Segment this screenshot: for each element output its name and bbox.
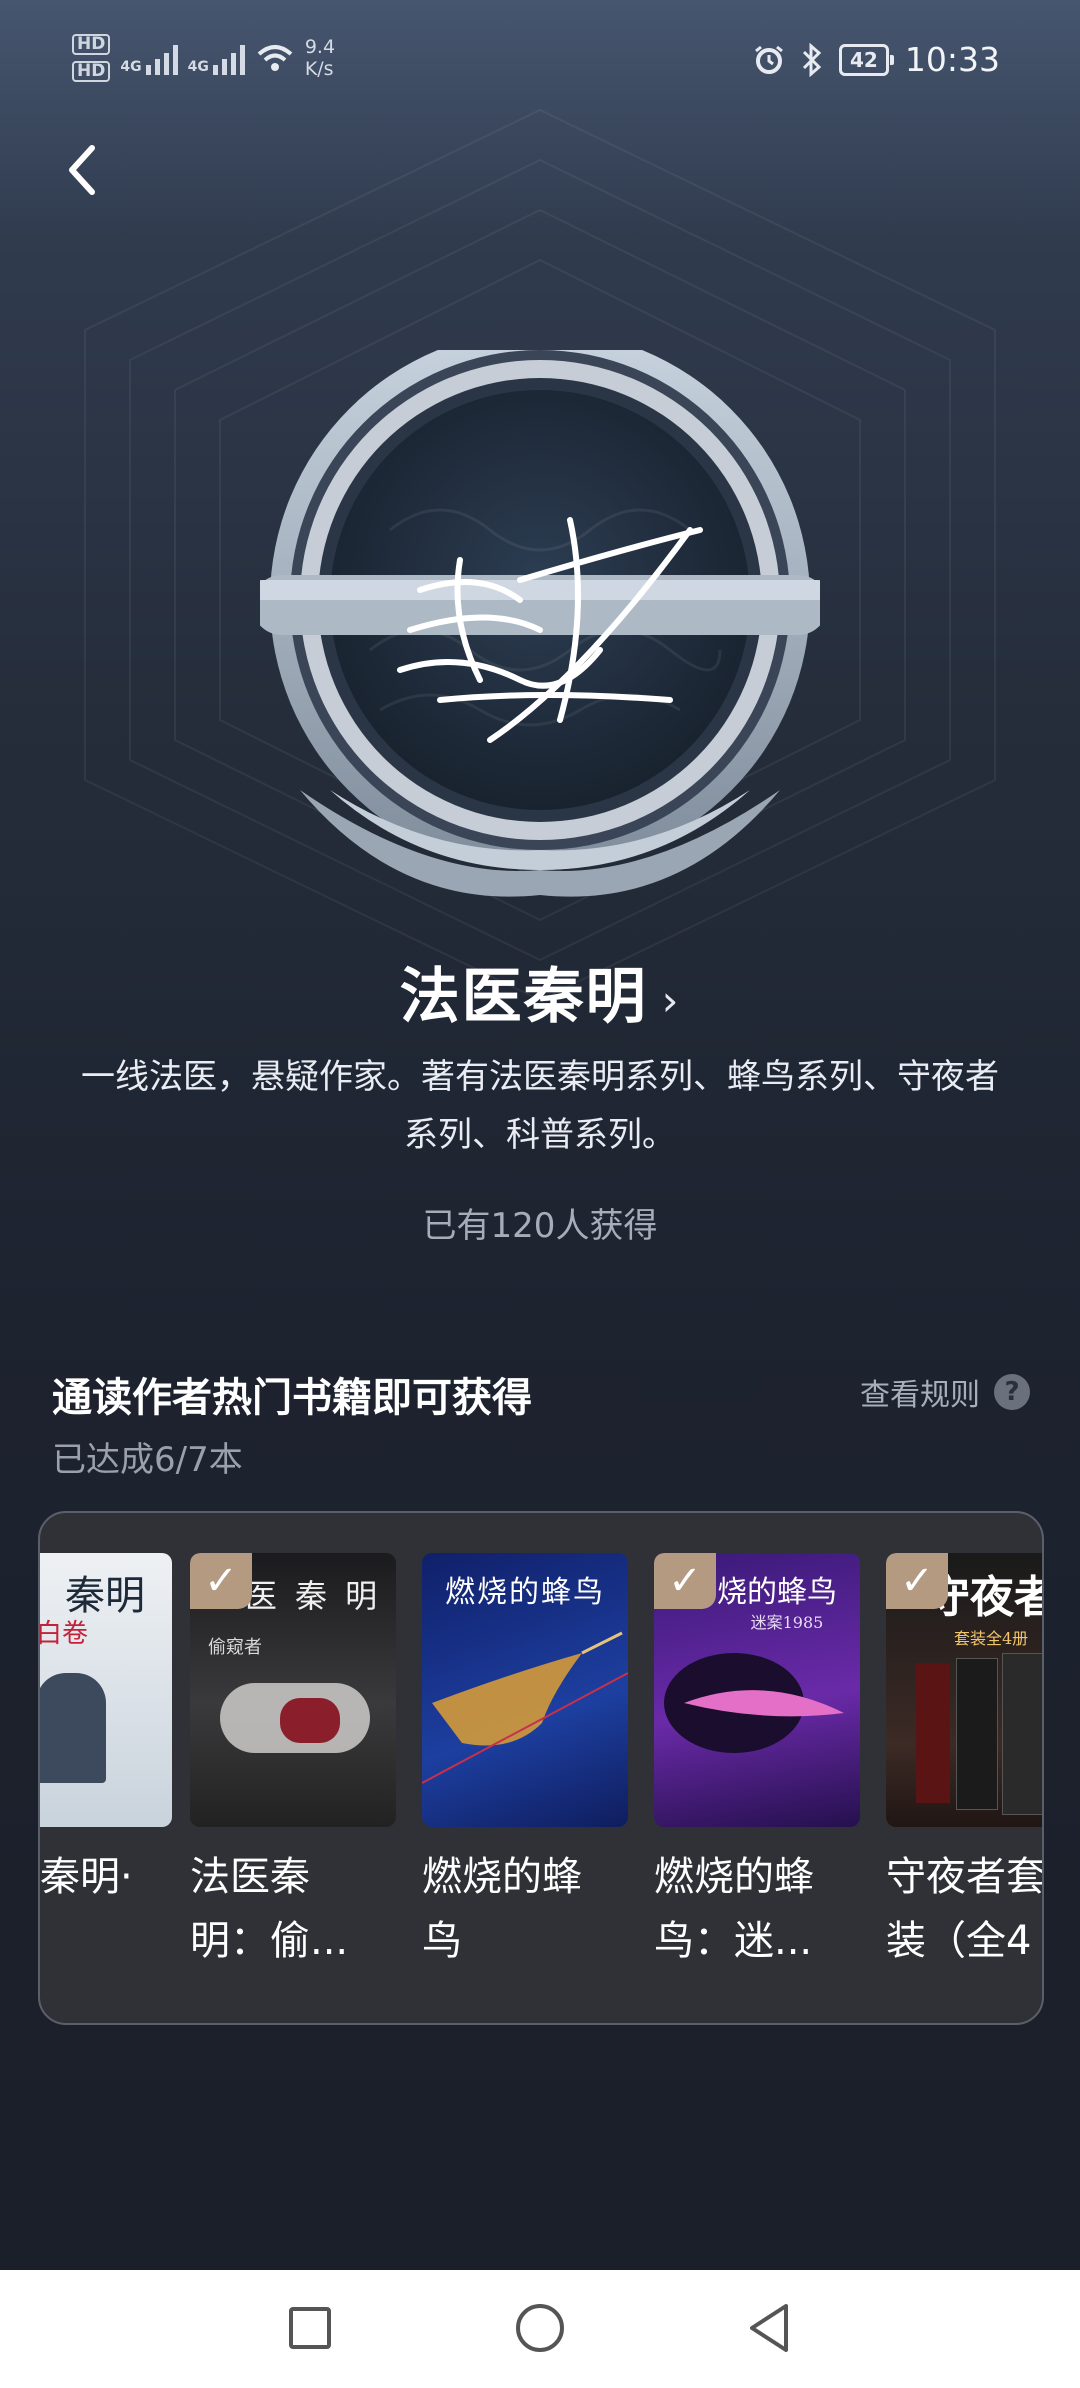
author-description: 一线法医，悬疑作家。著有法医秦明系列、蜂鸟系列、守夜者系列、科普系列。 [81,1057,999,1155]
book-cover: 医 秦 明 偷窥者 ✓ [190,1553,396,1827]
book-title-line2: 装（全4 [886,1918,1032,1964]
hummingbird-illustration [422,1631,628,1784]
book-title-line1: 燃烧的蜂 [654,1854,814,1900]
book-item[interactable]: 烧的蜂鸟 迷案1985 ✓ 燃烧的蜂 鸟：迷... [654,1553,860,1973]
book-item[interactable]: 守夜者 套装全4册 ✓ 守夜者套 装（全4 [886,1553,1042,1973]
book-title: 秦明· [40,1845,172,1909]
book-title-line1: 燃烧的蜂 [422,1854,582,1900]
book-title-line1: 秦明· [40,1854,133,1900]
book-cover-title: 燃烧的蜂鸟 [445,1575,605,1610]
book-title-line1: 法医秦 [190,1854,310,1900]
book-title: 燃烧的蜂 鸟 [422,1845,628,1973]
book-title: 守夜者套 装（全4 [886,1845,1042,1973]
author-name: 法医秦明 [399,962,648,1032]
home-icon [516,2304,564,2352]
nav-back-icon [750,2304,788,2352]
book-spine [916,1663,950,1803]
book-cover-accent [280,1698,340,1743]
books-carousel[interactable]: 秦明 白卷 秦明· 医 秦 明 偷窥者 ✓ 法医秦 明：偷... 燃烧的蜂鸟 燃… [38,1511,1044,2025]
book-title: 法医秦 明：偷... [190,1845,396,1973]
book-cover-subtitle: 偷窥者 [208,1637,262,1658]
check-icon: ✓ [654,1553,716,1609]
book-title-line2: 明：偷... [190,1918,349,1964]
owned-count: 已有120人获得 [422,1206,658,1246]
book-cover: 燃烧的蜂鸟 [422,1553,628,1827]
creature-illustration [664,1653,844,1753]
chevron-right-icon: › [661,975,681,1025]
task-progress: 已达成6/7本 [52,1440,243,1480]
book-item[interactable]: 秦明 白卷 秦明· [38,1553,172,1909]
book-cover-subtitle: 套装全4册 [954,1629,1029,1648]
author-name-link[interactable]: 法医秦明 › [0,948,1080,1035]
nav-back-button[interactable] [740,2298,800,2358]
recent-apps-button[interactable] [280,2298,340,2358]
book-cover-subtitle: 迷案1985 [750,1613,824,1632]
book-item[interactable]: 燃烧的蜂鸟 燃烧的蜂 鸟 [422,1553,628,1973]
book-title-line1: 守夜者套 [886,1854,1042,1900]
task-title: 通读作者热门书籍即可获得 [52,1375,532,1421]
check-icon: ✓ [190,1553,252,1609]
book-cover-figure [40,1673,106,1783]
book-cover-subtitle: 白卷 [38,1619,89,1649]
home-button[interactable] [510,2298,570,2358]
book-title-line2: 鸟：迷... [654,1918,813,1964]
book-title-line2: 鸟 [422,1918,462,1964]
book-spine [956,1658,998,1810]
book-cover: 秦明 白卷 [38,1553,172,1827]
question-icon: ? [994,1374,1030,1410]
system-navigation-bar [0,2270,1080,2388]
recent-apps-icon [289,2307,331,2349]
book-cover: 守夜者 套装全4册 ✓ [886,1553,1042,1827]
book-item[interactable]: 医 秦 明 偷窥者 ✓ 法医秦 明：偷... [190,1553,396,1973]
book-cover: 烧的蜂鸟 迷案1985 ✓ [654,1553,860,1827]
check-icon: ✓ [886,1553,948,1609]
view-rules-button[interactable]: 查看规则 ? [860,1370,1030,1414]
view-rules-label: 查看规则 [860,1378,980,1413]
book-title: 燃烧的蜂 鸟：迷... [654,1845,860,1973]
author-badge-medal [260,350,820,897]
book-front [1002,1653,1042,1815]
